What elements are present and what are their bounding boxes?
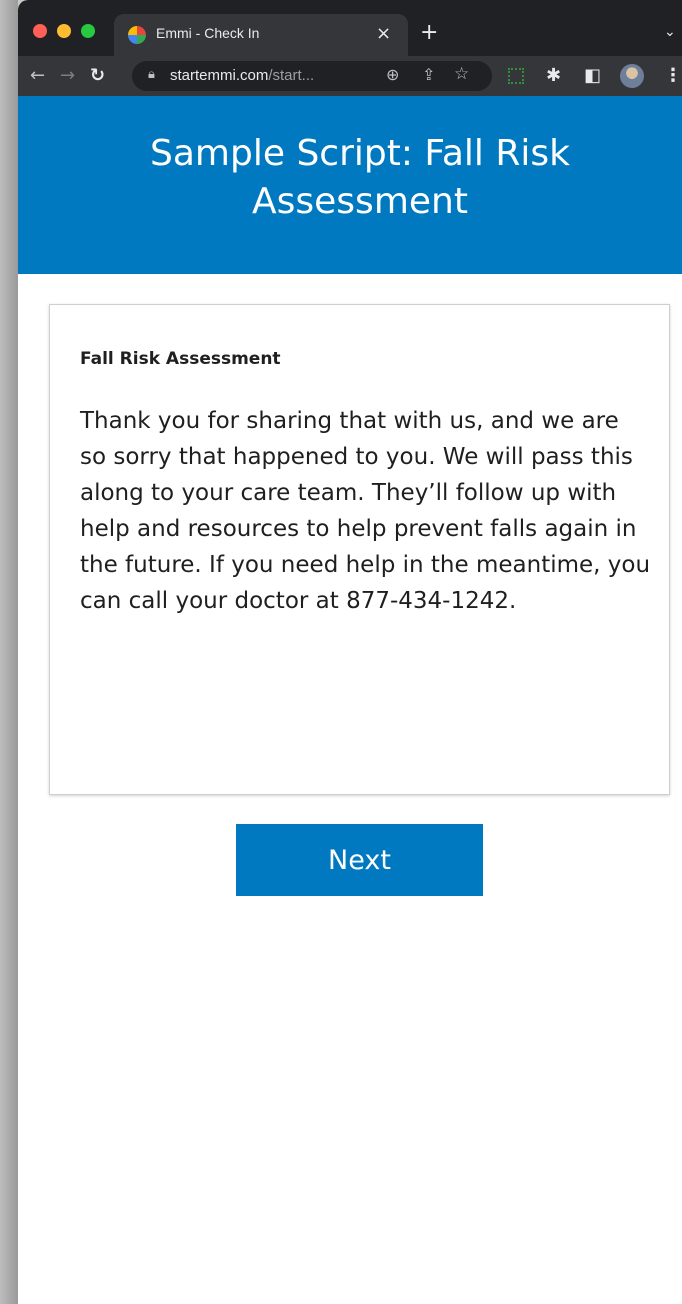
url-path: /start... [268, 67, 315, 84]
zoom-icon[interactable]: ⊕ [386, 65, 399, 84]
minimize-window-button[interactable] [57, 24, 71, 38]
close-window-button[interactable] [33, 24, 47, 38]
url-host: startemmi.com [170, 67, 269, 84]
browser-tab-active[interactable]: Emmi - Check In × [114, 14, 408, 56]
reload-icon[interactable]: ↻ [90, 65, 105, 87]
address-bar[interactable]: 🔒︎ startemmi.com/start... ⊕ ⇪ ☆ [132, 61, 492, 91]
lock-icon[interactable]: 🔒︎ [148, 67, 155, 82]
card-body-text: Thank you for sharing that with us, and … [80, 408, 651, 614]
tab-bar: Emmi - Check In × + ⌄ [18, 0, 682, 56]
extension-icon[interactable] [508, 68, 524, 84]
card-heading: Fall Risk Assessment [80, 349, 281, 369]
tab-close-icon[interactable]: × [376, 23, 391, 44]
page-title: Sample Script: Fall Risk Assessment [150, 133, 570, 222]
menu-icon[interactable]: ⋮ [664, 65, 682, 87]
zoom-window-button[interactable] [81, 24, 95, 38]
avatar[interactable] [620, 64, 644, 88]
side-panel-icon[interactable]: ◧ [584, 65, 601, 87]
star-icon[interactable]: ☆ [454, 64, 469, 84]
window-shadow [0, 0, 18, 1304]
new-tab-icon[interactable]: + [420, 22, 438, 44]
next-button[interactable]: Next [236, 824, 483, 896]
page-header: Sample Script: Fall Risk Assessment [18, 96, 682, 274]
forward-icon[interactable]: → [60, 65, 75, 87]
url-text[interactable]: startemmi.com/start... [170, 67, 314, 84]
message-card: Fall Risk Assessment Thank you for shari… [49, 304, 670, 795]
emmi-favicon-icon [128, 26, 146, 44]
puzzle-icon[interactable]: ✱ [546, 65, 561, 87]
back-icon[interactable]: ← [30, 65, 45, 87]
tab-title: Emmi - Check In [156, 25, 260, 41]
tab-search-chevron-icon[interactable]: ⌄ [664, 24, 676, 40]
share-icon[interactable]: ⇪ [422, 65, 435, 84]
browser-window: Emmi - Check In × + ⌄ ← → ↻ 🔒︎ startemmi… [18, 0, 682, 1304]
page-content: Sample Script: Fall Risk Assessment Fall… [18, 96, 682, 1304]
browser-toolbar: ← → ↻ 🔒︎ startemmi.com/start... ⊕ ⇪ ☆ ✱ … [18, 56, 682, 96]
